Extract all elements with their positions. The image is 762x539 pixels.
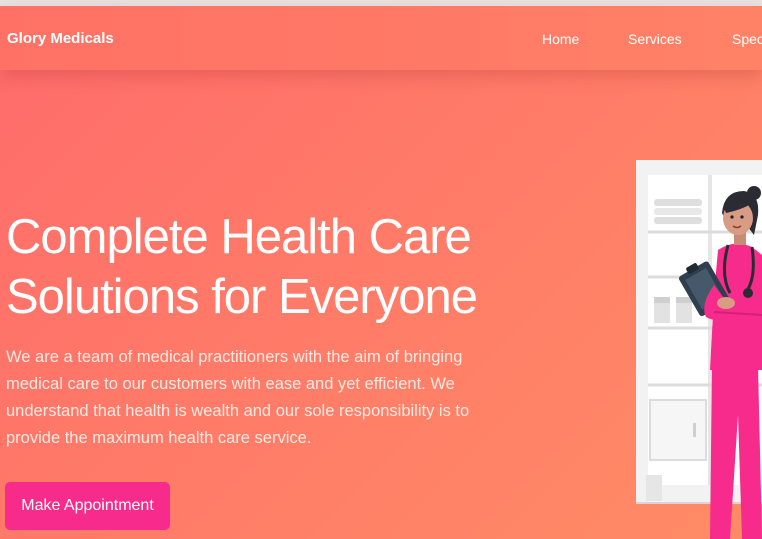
nurse-hand (717, 297, 735, 309)
nav-link-home[interactable]: Home (542, 31, 579, 47)
hero-title-line-2: Solutions for Everyone (6, 270, 478, 324)
towel (654, 217, 702, 224)
nurse-eye (730, 215, 734, 219)
towel (654, 208, 702, 215)
cabinet-door (649, 399, 707, 461)
stethoscope-chestpiece (743, 288, 753, 298)
nav-link-specialists[interactable]: Spec (732, 31, 762, 47)
cabinet-leg (646, 475, 662, 501)
hero-description: We are a team of medical practitioners w… (6, 348, 470, 447)
hero-title: Complete Health Care Solutions for Every… (6, 207, 566, 327)
nurse-illustration (636, 160, 762, 539)
make-appointment-button[interactable]: Make Appointment (5, 482, 170, 530)
brand-logo[interactable]: Glory Medicals (7, 30, 114, 47)
navbar: Glory Medicals Home Services Spec (0, 6, 762, 70)
cabinet-handle (693, 423, 696, 437)
hero-title-line-1: Complete Health Care (6, 210, 472, 264)
nav-link-services[interactable]: Services (628, 31, 682, 47)
nurse-eye (740, 215, 744, 219)
jar-lid (676, 297, 692, 303)
jar-lid (654, 297, 670, 303)
towel (654, 199, 702, 206)
